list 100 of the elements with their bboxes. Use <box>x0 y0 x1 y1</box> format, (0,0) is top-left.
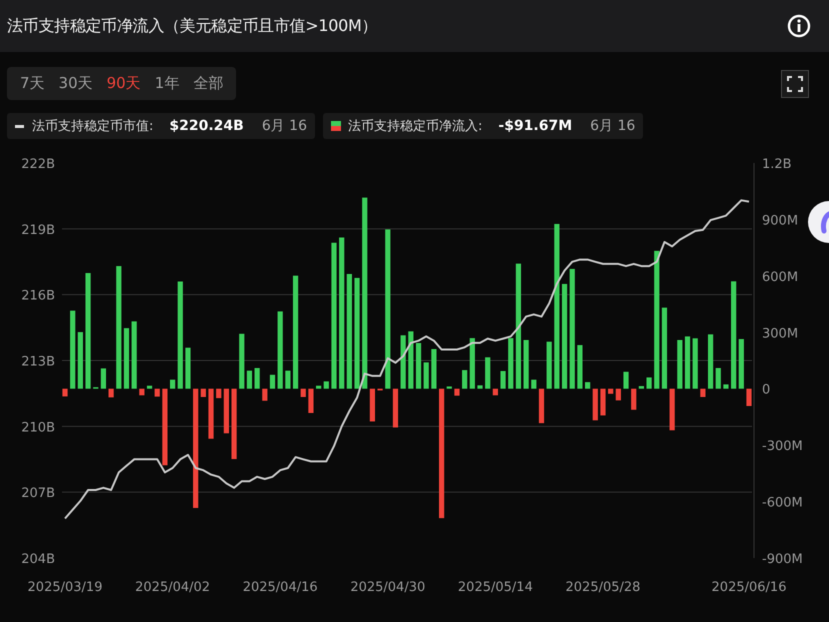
bar <box>485 357 490 389</box>
bar <box>324 381 329 389</box>
axis-label: 2025/04/02 <box>135 580 210 595</box>
bar <box>723 384 729 389</box>
axis-label: -900M <box>762 552 803 567</box>
bar <box>108 388 114 398</box>
axis-label: -300M <box>762 439 803 454</box>
bar <box>185 348 191 389</box>
range-tab[interactable]: 90天 <box>100 69 148 98</box>
axis-label: 207B <box>21 486 55 502</box>
axis-label: 213B <box>21 354 55 370</box>
bar <box>316 386 322 389</box>
axis-label: 1.2B <box>762 157 792 172</box>
bar <box>285 370 290 389</box>
bar <box>708 334 714 389</box>
axis-label: 219B <box>21 222 55 238</box>
bar <box>585 382 590 389</box>
bar <box>738 339 744 389</box>
bar <box>608 388 614 394</box>
bar <box>400 335 406 389</box>
axis-label: 204B <box>21 552 55 567</box>
axis-label: -600M <box>762 496 803 511</box>
bar <box>424 362 429 389</box>
bar <box>170 380 176 389</box>
legend-label: 法币支持稳定币净流入: <box>348 118 482 135</box>
bar <box>300 388 306 397</box>
axis-label: 2025/04/16 <box>242 580 318 595</box>
range-tab[interactable]: 30天 <box>52 69 100 98</box>
axis-label: 600M <box>762 270 798 285</box>
bar <box>577 345 583 389</box>
bar <box>270 374 276 389</box>
bar <box>638 386 644 389</box>
bar <box>139 388 144 396</box>
axis-label: 2025/06/16 <box>712 580 786 595</box>
bar <box>600 388 606 416</box>
axis-label: 2025/05/14 <box>458 580 533 595</box>
bar <box>216 388 222 398</box>
legend-date: 6月 16 <box>590 117 636 135</box>
bar <box>716 368 721 389</box>
bar <box>531 380 536 389</box>
bar <box>262 388 268 401</box>
range-tab[interactable]: 全部 <box>186 69 230 98</box>
axis-label: 2025/03/19 <box>28 580 102 595</box>
bar <box>692 338 698 389</box>
bar <box>538 388 544 424</box>
bar <box>616 388 621 400</box>
bar <box>546 342 552 389</box>
bar <box>416 343 422 389</box>
legend-chip[interactable]: 法币支持稳定币净流入: -$91.67M 6月 16 <box>323 113 644 139</box>
bar <box>670 388 675 430</box>
bar <box>246 370 252 389</box>
bar <box>500 371 506 389</box>
axis-label: 300M <box>762 326 798 342</box>
bar <box>154 388 160 397</box>
range-tab[interactable]: 7天 <box>13 69 52 98</box>
bar <box>677 340 682 389</box>
legend-value: $220.24B <box>169 118 244 134</box>
bar <box>62 388 68 396</box>
bar <box>646 377 652 389</box>
bar <box>308 388 314 413</box>
axis-label: 210B <box>21 420 55 436</box>
legend-value: -$91.67M <box>498 118 572 134</box>
axis-label: 222B <box>21 157 55 172</box>
bar <box>508 338 514 389</box>
bar <box>78 332 83 389</box>
bar <box>623 372 629 389</box>
bar <box>408 331 414 389</box>
legend-chip[interactable]: 法币支持稳定币市值: $220.24B 6月 16 <box>7 113 315 139</box>
bar <box>477 385 483 389</box>
axis-label: 2025/04/30 <box>350 580 426 595</box>
bar <box>224 388 229 434</box>
axis-label: 0 <box>762 382 770 398</box>
bar <box>746 388 752 406</box>
legend-date: 6月 16 <box>262 117 307 135</box>
axis-label: 216B <box>21 288 55 304</box>
line-legend-icon <box>15 124 24 128</box>
info-icon[interactable] <box>787 14 811 38</box>
bar <box>208 388 214 439</box>
bar <box>524 340 529 389</box>
bar <box>684 336 690 389</box>
bar <box>700 388 706 397</box>
bar <box>492 388 498 396</box>
bar <box>100 368 106 389</box>
axis-label: 900M <box>762 213 798 228</box>
bar <box>132 321 137 389</box>
bar <box>446 386 452 389</box>
bar <box>392 388 398 428</box>
legend-label: 法币支持稳定币市值: <box>32 118 154 135</box>
bar <box>231 388 237 460</box>
range-tab[interactable]: 1年 <box>148 69 186 98</box>
bar <box>254 368 260 389</box>
bar <box>146 386 152 389</box>
axis-label: 2025/05/28 <box>566 580 640 595</box>
bar <box>470 338 475 389</box>
bar-legend-icon <box>331 121 341 131</box>
bar <box>239 334 244 389</box>
bar <box>592 388 598 420</box>
bar <box>454 388 460 396</box>
chart-title: 法币支持稳定币净流入（美元稳定币且市值>100M） <box>7 16 378 36</box>
fullscreen-icon[interactable] <box>781 70 809 98</box>
